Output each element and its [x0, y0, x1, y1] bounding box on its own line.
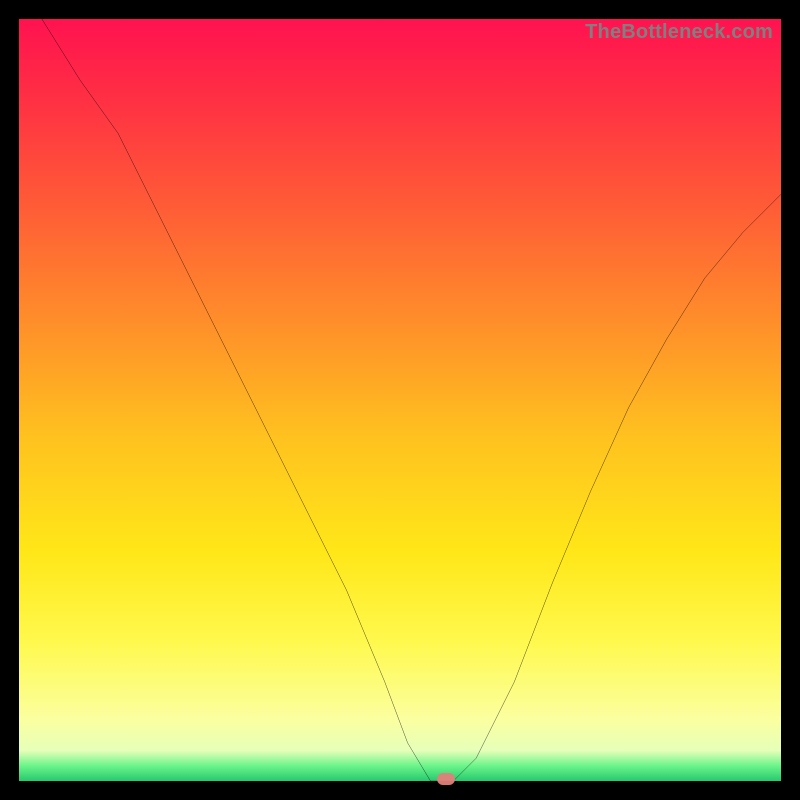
chart-frame: TheBottleneck.com	[0, 0, 800, 800]
chart-plot-area: TheBottleneck.com	[19, 19, 781, 781]
bottleneck-marker	[437, 773, 455, 785]
bottleneck-curve	[19, 19, 781, 781]
